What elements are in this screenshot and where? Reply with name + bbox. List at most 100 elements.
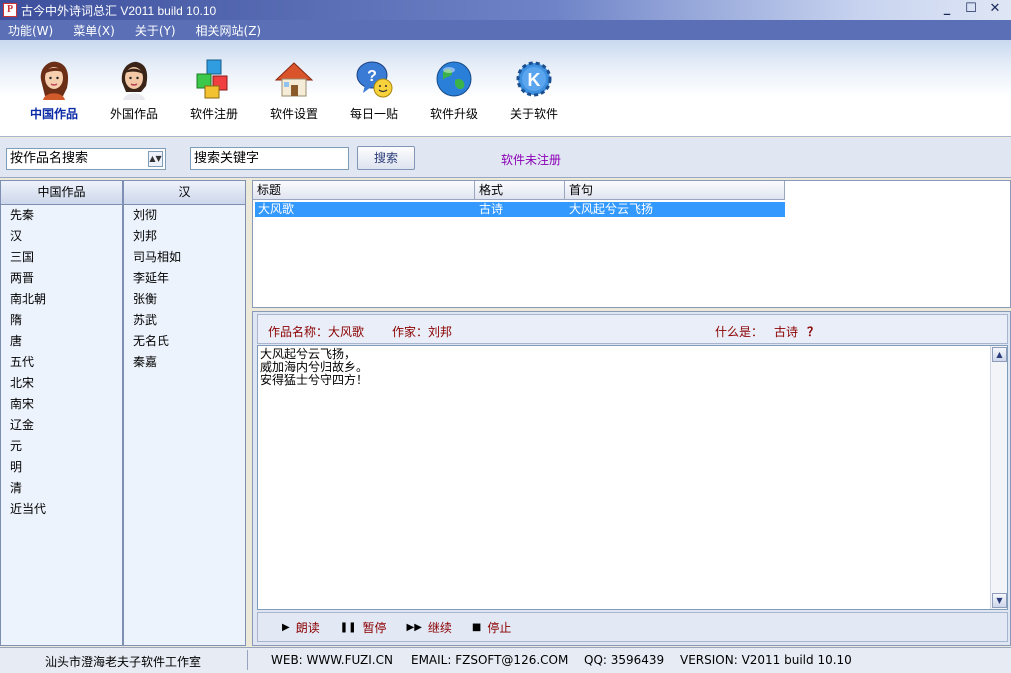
- chinese-woman-icon: [33, 58, 75, 100]
- chevron-down-icon[interactable]: ▲▼: [148, 151, 163, 167]
- help-question-icon[interactable]: ？: [807, 323, 819, 340]
- cell-format: 古诗: [479, 202, 504, 216]
- list-item[interactable]: 无名氏: [124, 331, 245, 352]
- smiley-bubble-icon: ?: [353, 58, 395, 100]
- toolbar-foreign-works[interactable]: 外国作品: [98, 58, 170, 122]
- list-item[interactable]: 司马相如: [124, 247, 245, 268]
- list-item[interactable]: 汉: [1, 226, 122, 247]
- vertical-scrollbar[interactable]: ▲ ▼: [990, 346, 1007, 609]
- what-is-label: 什么是：: [715, 325, 764, 339]
- toolbar-upgrade[interactable]: 软件升级: [418, 58, 490, 122]
- pause-button[interactable]: ❚❚ 暂停: [340, 619, 387, 636]
- author-panel: 汉 刘彻 刘邦 司马相如 李延年 张衡 苏武 无名氏 秦嘉: [123, 180, 246, 646]
- search-button[interactable]: 搜索: [357, 146, 415, 170]
- playback-bar: ▶ 朗读 ❚❚ 暂停 ▶▶ 继续 ■ 停止: [257, 612, 1008, 642]
- column-format[interactable]: 格式: [475, 181, 565, 200]
- scroll-up-icon[interactable]: ▲: [992, 347, 1007, 362]
- window-title: 古今中外诗词总汇 V2011 build 10.10: [21, 3, 217, 18]
- playback-label: 暂停: [362, 620, 387, 635]
- list-item[interactable]: 刘彻: [124, 205, 245, 226]
- stop-button[interactable]: ■ 停止: [472, 619, 511, 636]
- author-header[interactable]: 汉: [124, 181, 245, 205]
- list-item[interactable]: 清: [1, 478, 122, 499]
- list-item[interactable]: 辽金: [1, 415, 122, 436]
- list-item[interactable]: 刘邦: [124, 226, 245, 247]
- resume-button[interactable]: ▶▶ 继续: [407, 619, 452, 636]
- detail-panel: 作品名称：大风歌 作家：刘邦 什么是： 古诗 ？ 大风起兮云飞扬， 威加海内兮归…: [252, 311, 1011, 646]
- toolbar-about[interactable]: K 关于软件: [498, 58, 570, 122]
- list-item[interactable]: 先秦: [1, 205, 122, 226]
- list-item[interactable]: 五代: [1, 352, 122, 373]
- cell-title: 大风歌: [258, 202, 295, 216]
- scroll-down-icon[interactable]: ▼: [992, 593, 1007, 608]
- search-mode-value: 按作品名搜索: [10, 151, 89, 166]
- fast-forward-icon: ▶▶: [406, 621, 422, 633]
- list-item[interactable]: 秦嘉: [124, 352, 245, 373]
- kde-gear-icon: K: [513, 58, 555, 100]
- playback-label: 停止: [487, 620, 512, 635]
- read-aloud-button[interactable]: ▶ 朗读: [282, 619, 320, 636]
- app-logo-icon: P: [3, 3, 17, 17]
- menu-menu[interactable]: 菜单(X): [73, 22, 115, 39]
- list-item[interactable]: 隋: [1, 310, 122, 331]
- list-item[interactable]: 张衡: [124, 289, 245, 310]
- search-mode-select[interactable]: 按作品名搜索 ▲▼: [6, 148, 166, 170]
- search-row: 按作品名搜索 ▲▼ 搜索关键字 搜索 软件未注册: [0, 138, 1011, 178]
- menu-function[interactable]: 功能(W): [8, 22, 53, 39]
- pause-icon: ❚❚: [339, 621, 357, 633]
- maximize-icon[interactable]: ☐: [959, 1, 983, 19]
- list-item[interactable]: 北宋: [1, 373, 122, 394]
- register-status: 软件未注册: [501, 153, 562, 167]
- toolbar-daily-post[interactable]: ? 每日一贴: [338, 58, 410, 122]
- play-icon: ▶: [282, 621, 290, 633]
- toolbar: 中国作品 外国作品 软件注册 软件设置 ? 每日一贴 软件升级 K 关于软件: [0, 40, 1011, 137]
- column-first-line[interactable]: 首句: [565, 181, 785, 200]
- list-item[interactable]: 苏武: [124, 310, 245, 331]
- dynasty-header[interactable]: 中国作品: [1, 181, 122, 205]
- svg-text:K: K: [528, 70, 541, 90]
- table-row[interactable]: 大风歌 古诗 大风起兮云飞扬: [255, 202, 785, 217]
- status-divider: [247, 650, 248, 670]
- list-item[interactable]: 李延年: [124, 268, 245, 289]
- table-header: 标题 格式 首句: [253, 181, 788, 200]
- toolbar-label: 每日一贴: [349, 107, 398, 121]
- list-item[interactable]: 明: [1, 457, 122, 478]
- toolbar-label: 软件升级: [429, 107, 478, 121]
- toolbar-label: 中国作品: [29, 107, 78, 121]
- menu-about[interactable]: 关于(Y): [135, 22, 176, 39]
- list-item[interactable]: 南北朝: [1, 289, 122, 310]
- list-item[interactable]: 近当代: [1, 499, 122, 520]
- dynasty-panel: 中国作品 先秦 汉 三国 两晋 南北朝 隋 唐 五代 北宋 南宋 辽金 元 明 …: [0, 180, 123, 646]
- list-item[interactable]: 唐: [1, 331, 122, 352]
- cell-first-line: 大风起兮云飞扬: [569, 202, 654, 216]
- toolbar-settings[interactable]: 软件设置: [258, 58, 330, 122]
- foreign-woman-icon: [113, 58, 155, 100]
- detail-header: 作品名称：大风歌 作家：刘邦 什么是： 古诗 ？: [257, 314, 1008, 344]
- globe-icon: [433, 58, 475, 100]
- search-input[interactable]: 搜索关键字: [190, 147, 349, 170]
- menu-related-sites[interactable]: 相关网站(Z): [196, 22, 262, 39]
- list-item[interactable]: 元: [1, 436, 122, 457]
- list-item[interactable]: 南宋: [1, 394, 122, 415]
- poem-text-area[interactable]: 大风起兮云飞扬， 威加海内兮归故乡。 安得猛士兮守四方！ ▲ ▼: [257, 345, 1008, 610]
- status-bar: 汕头市澄海老夫子软件工作室 WEB: WWW.FUZI.CN EMAIL: FZ…: [0, 647, 1011, 673]
- menu-bar: 功能(W) 菜单(X) 关于(Y) 相关网站(Z): [0, 20, 1011, 40]
- version-info: VERSION: V2011 build 10.10: [680, 653, 852, 667]
- studio-name: 汕头市澄海老夫子软件工作室: [45, 655, 202, 669]
- work-author: 作家：刘邦: [392, 325, 453, 339]
- playback-label: 朗读: [295, 620, 320, 635]
- minimize-icon[interactable]: _: [935, 1, 959, 19]
- toolbar-label: 关于软件: [509, 107, 558, 121]
- column-title[interactable]: 标题: [253, 181, 475, 200]
- toolbar-chinese-works[interactable]: 中国作品: [18, 58, 90, 122]
- toolbar-label: 软件注册: [189, 107, 238, 121]
- poem-body: 大风起兮云飞扬， 威加海内兮归故乡。 安得猛士兮守四方！: [260, 348, 368, 387]
- close-icon[interactable]: ✕: [983, 1, 1007, 19]
- work-kind-link[interactable]: 古诗: [774, 323, 798, 340]
- blocks-icon: [193, 58, 235, 100]
- list-item[interactable]: 两晋: [1, 268, 122, 289]
- stop-icon: ■: [471, 621, 482, 633]
- toolbar-register[interactable]: 软件注册: [178, 58, 250, 122]
- list-item[interactable]: 三国: [1, 247, 122, 268]
- website-info: WEB: WWW.FUZI.CN: [271, 653, 393, 667]
